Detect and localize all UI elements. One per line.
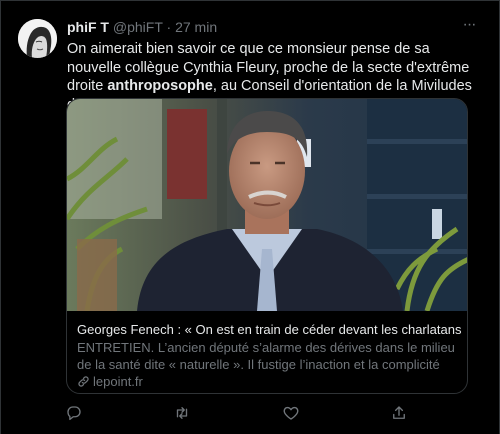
share-button[interactable]: [390, 404, 410, 424]
retweet-button[interactable]: [173, 404, 193, 424]
card-domain-text: lepoint.fr: [93, 374, 143, 389]
tweet-time[interactable]: 27 min: [175, 19, 217, 35]
card-title[interactable]: Georges Fenech : « On est en train de cé…: [77, 321, 462, 338]
tweet-text-bold: anthroposophe: [107, 78, 213, 94]
like-icon: [283, 406, 299, 420]
avatar[interactable]: [18, 19, 57, 58]
tweet-header: phiF T @phiFT · 27 min: [67, 18, 217, 36]
card-description: ENTRETIEN. L’ancien député s’alarme des …: [77, 340, 455, 372]
retweet-icon: [176, 407, 188, 419]
more-options-icon: ···: [462, 16, 477, 33]
meta-separator: ·: [166, 19, 172, 35]
reply-icon: [67, 406, 81, 421]
tweet-container[interactable]: phiF T @phiFT · 27 min ··· On aimerait b…: [0, 0, 500, 434]
top-divider: [1, 0, 500, 1]
reply-button[interactable]: [65, 404, 85, 424]
author-handle[interactable]: @phiFT: [113, 19, 163, 35]
author-name[interactable]: phiF T: [67, 19, 109, 35]
card-domain[interactable]: lepoint.fr: [77, 373, 143, 390]
card-image[interactable]: [67, 99, 468, 311]
link-preview-card[interactable]: Georges Fenech : « On est en train de cé…: [66, 98, 468, 394]
link-icon: [78, 376, 89, 387]
more-options-button[interactable]: ···: [458, 15, 480, 37]
like-button[interactable]: [282, 404, 302, 424]
tweet-actions: [1, 404, 500, 426]
share-icon: [393, 406, 405, 419]
